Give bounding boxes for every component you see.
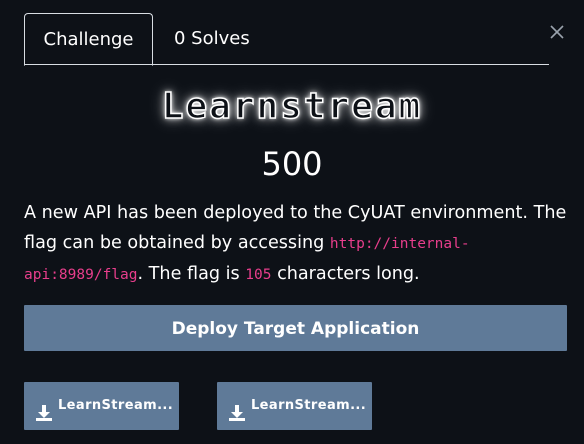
file-download-button[interactable]: LearnStream...: [217, 382, 372, 430]
close-icon[interactable]: [549, 24, 565, 40]
tab-solves[interactable]: 0 Solves: [174, 13, 250, 63]
challenge-description: A new API has been deployed to the CyUAT…: [24, 198, 569, 290]
description-text: characters long.: [271, 264, 420, 284]
tab-challenge[interactable]: Challenge: [24, 13, 153, 66]
file-label: LearnStream...: [251, 398, 367, 413]
flag-length: 105: [245, 267, 272, 283]
description-text: A new API has been deployed to the CyUAT…: [24, 203, 567, 253]
download-icon: [227, 396, 247, 421]
description-text: . The flag is: [137, 264, 246, 284]
challenge-title: Learnstream: [161, 85, 423, 128]
challenge-tabs: Challenge 0 Solves: [24, 13, 549, 66]
file-label: LearnStream...: [58, 398, 174, 413]
deploy-target-button[interactable]: Deploy Target Application: [24, 305, 567, 351]
challenge-modal: Challenge 0 Solves Learnstream 500 A new…: [0, 0, 584, 444]
challenge-points: 500: [261, 145, 323, 183]
download-icon: [34, 396, 54, 421]
file-download-button[interactable]: LearnStream...: [24, 382, 179, 430]
